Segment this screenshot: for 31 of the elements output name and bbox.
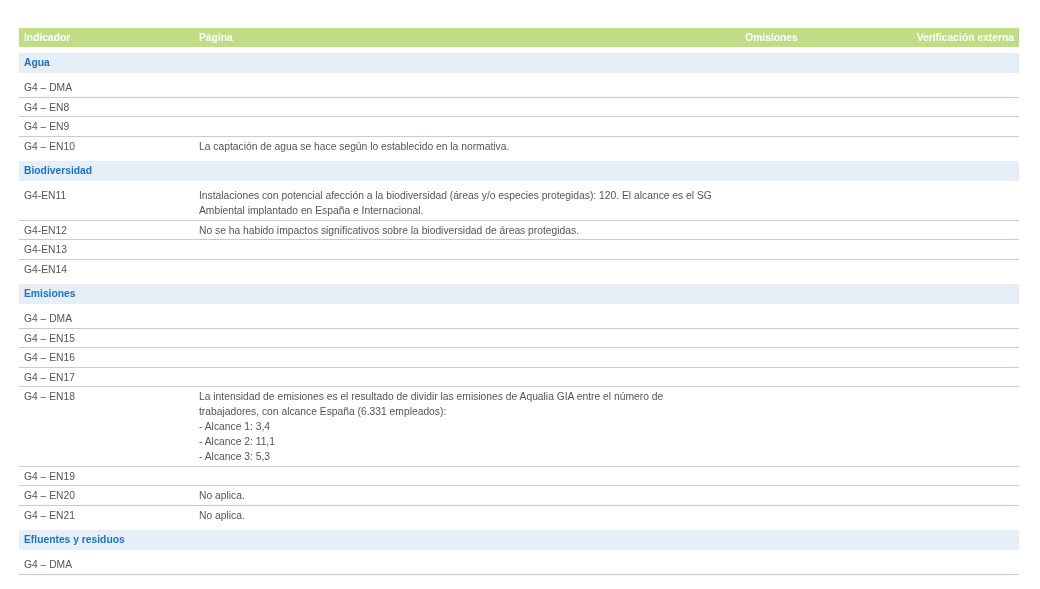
column-header: Indicador bbox=[23, 32, 72, 43]
indicator-cell-text: G4 – DMA bbox=[23, 81, 74, 95]
page-cell-text: Instalaciones con potencial afección a la biodiversidad (áreas y/o especies protegidas): 120. El alcance es el SG Ambiental implantado en España e Internacional. bbox=[198, 189, 713, 218]
indicator-cell-text: G4-EN11 bbox=[23, 189, 68, 203]
section-header: Emisiones bbox=[19, 284, 1019, 304]
column-header: Verificación externa bbox=[915, 32, 1015, 43]
section-header: Efluentes y residuos bbox=[19, 530, 1019, 550]
column-header: Página bbox=[198, 32, 234, 43]
indicator-cell-text: G4 – EN9 bbox=[23, 120, 71, 134]
indicator-cell-text: G4-EN12 bbox=[23, 223, 68, 238]
page-cell-text: No aplica. bbox=[198, 489, 246, 503]
indicator-cell-text: G4 – EN16 bbox=[23, 351, 76, 365]
section-header: Agua bbox=[19, 53, 1019, 73]
indicator-cell-text: G4 – EN10 bbox=[23, 139, 76, 154]
column-header: Omisiones bbox=[744, 32, 799, 43]
indicator-cell-text: G4 – EN18 bbox=[23, 390, 76, 404]
indicator-cell-text: G4 – DMA bbox=[23, 312, 74, 326]
page-cell-text: La intensidad de emisiones es el resultado de dividir las emisiones de Aqualia GIA entre el número de trabajadores, con alcance España (6.331 empleados): - Alcance 1: 3,4 - Alcance 2: 11,1 - Alcance 3: 5,3 bbox=[198, 390, 665, 464]
indicator-cell-text: G4 – EN15 bbox=[23, 331, 76, 346]
indicator-cell-text: G4 – EN17 bbox=[23, 370, 76, 385]
indicator-cell-text: G4 – DMA bbox=[23, 558, 74, 572]
indicator-cell-text: G4 – EN8 bbox=[23, 100, 71, 115]
indicator-cell-text: G4-EN13 bbox=[23, 243, 68, 257]
indicator-cell-text: G4 – EN20 bbox=[23, 489, 76, 503]
indicator-cell-text: G4 – EN19 bbox=[23, 469, 76, 484]
indicator-cell-text: G4-EN14 bbox=[23, 262, 68, 277]
indicator-cell-text: G4 – EN21 bbox=[23, 508, 76, 523]
page-cell-text: La captación de agua se hace según lo establecido en la normativa. bbox=[198, 139, 511, 154]
page-cell-text: No se ha habido impactos significativos sobre la biodiversidad de áreas protegidas. bbox=[198, 223, 581, 238]
section-header: Biodiversidad bbox=[19, 161, 1019, 181]
page-cell-text: No aplica. bbox=[198, 508, 246, 523]
